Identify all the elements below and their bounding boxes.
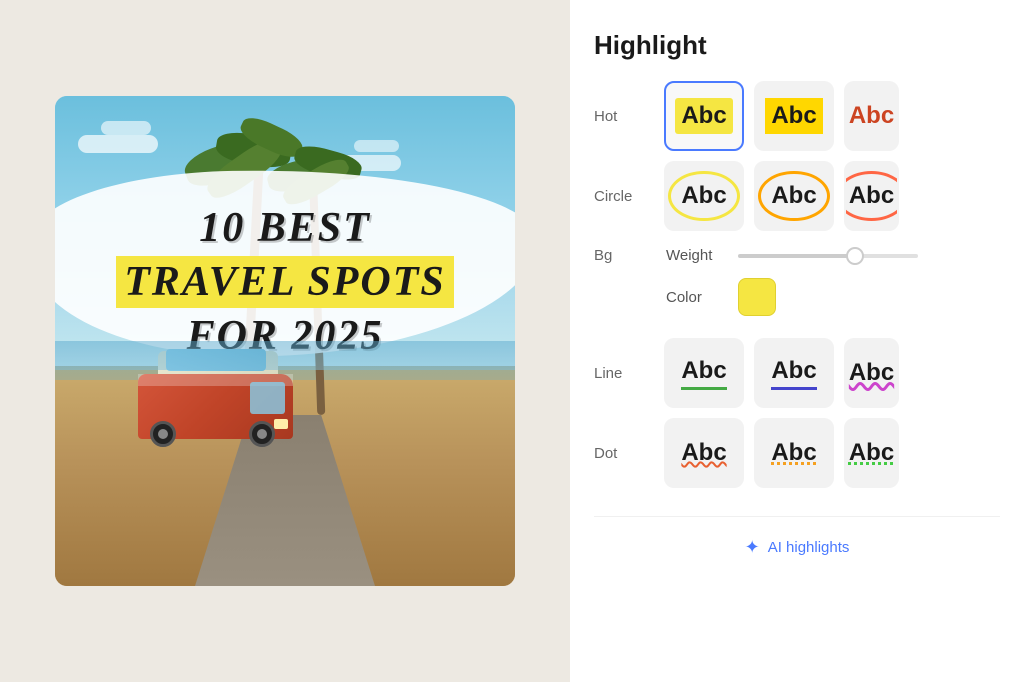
option-dot-2[interactable]: Abc xyxy=(754,418,834,488)
controls-section: Bg Weight Color xyxy=(594,247,1000,324)
title-line2-wrap: Travel Spots xyxy=(78,256,492,308)
cloud-2 xyxy=(101,121,151,135)
option-line-1[interactable]: Abc xyxy=(664,338,744,408)
weight-slider-thumb[interactable] xyxy=(846,247,864,265)
canvas-area: 10 Best Travel Spots for 2025 xyxy=(0,0,570,682)
bg-label: Bg xyxy=(594,247,654,264)
option-circle-2[interactable]: Abc xyxy=(754,161,834,231)
van xyxy=(138,359,293,439)
option-line-2[interactable]: Abc xyxy=(754,338,834,408)
ocean-hint xyxy=(55,341,515,370)
color-row: Color xyxy=(594,278,1000,316)
color-swatch[interactable] xyxy=(738,278,776,316)
option-circle-1[interactable]: Abc xyxy=(664,161,744,231)
right-panel: Highlight Hot Abc Abc Abc Circle Abc Abc… xyxy=(570,0,1024,682)
option-circle-2-text: Abc xyxy=(758,171,829,221)
cloud-4 xyxy=(354,140,399,152)
option-hot-1-text: Abc xyxy=(675,98,732,134)
canvas-image: 10 Best Travel Spots for 2025 xyxy=(55,96,515,586)
van-wheel-front xyxy=(150,421,176,447)
option-line-1-text: Abc xyxy=(681,357,726,390)
option-circle-3[interactable]: Abc xyxy=(844,161,899,231)
ai-button-row: ✦ AI highlights xyxy=(594,516,1000,564)
option-hot-2[interactable]: Abc xyxy=(754,81,834,151)
ai-star-icon: ✦ xyxy=(745,537,760,558)
option-hot-3[interactable]: Abc xyxy=(844,81,899,151)
circle-row: Circle Abc Abc Abc xyxy=(594,161,1000,231)
circle-label: Circle xyxy=(594,188,654,205)
panel-title: Highlight xyxy=(594,30,1000,61)
option-circle-1-text: Abc xyxy=(668,171,739,221)
option-hot-1[interactable]: Abc xyxy=(664,81,744,151)
option-line-3-text: Abc xyxy=(849,359,894,387)
option-hot-3-text: Abc xyxy=(849,102,894,130)
hot-label: Hot xyxy=(594,108,654,125)
option-hot-2-text: Abc xyxy=(765,98,822,134)
color-label: Color xyxy=(666,289,726,306)
option-dot-3-text: Abc xyxy=(849,439,894,467)
hot-row: Hot Abc Abc Abc xyxy=(594,81,1000,151)
cloud-1 xyxy=(78,135,158,153)
line-label: Line xyxy=(594,365,654,382)
weight-slider[interactable] xyxy=(738,254,918,258)
weight-row: Bg Weight xyxy=(594,247,1000,264)
ai-highlights-button[interactable]: ✦ AI highlights xyxy=(733,531,862,564)
weight-label: Weight xyxy=(666,247,726,264)
option-dot-1-text: Abc xyxy=(681,439,726,467)
option-dot-1[interactable]: Abc xyxy=(664,418,744,488)
dot-row: Dot Abc Abc Abc xyxy=(594,418,1000,488)
option-dot-2-text: Abc xyxy=(771,439,816,467)
ai-button-label: AI highlights xyxy=(768,539,850,556)
text-overlay: 10 Best Travel Spots for 2025 xyxy=(78,204,492,360)
van-wheel-rear xyxy=(249,421,275,447)
line-row: Line Abc Abc Abc xyxy=(594,338,1000,408)
title-line2: Travel Spots xyxy=(116,256,454,308)
title-line1: 10 Best xyxy=(78,204,492,252)
option-line-3[interactable]: Abc xyxy=(844,338,899,408)
option-line-2-text: Abc xyxy=(771,357,816,390)
option-dot-3[interactable]: Abc xyxy=(844,418,899,488)
option-circle-3-text: Abc xyxy=(844,171,899,221)
dot-label: Dot xyxy=(594,445,654,462)
